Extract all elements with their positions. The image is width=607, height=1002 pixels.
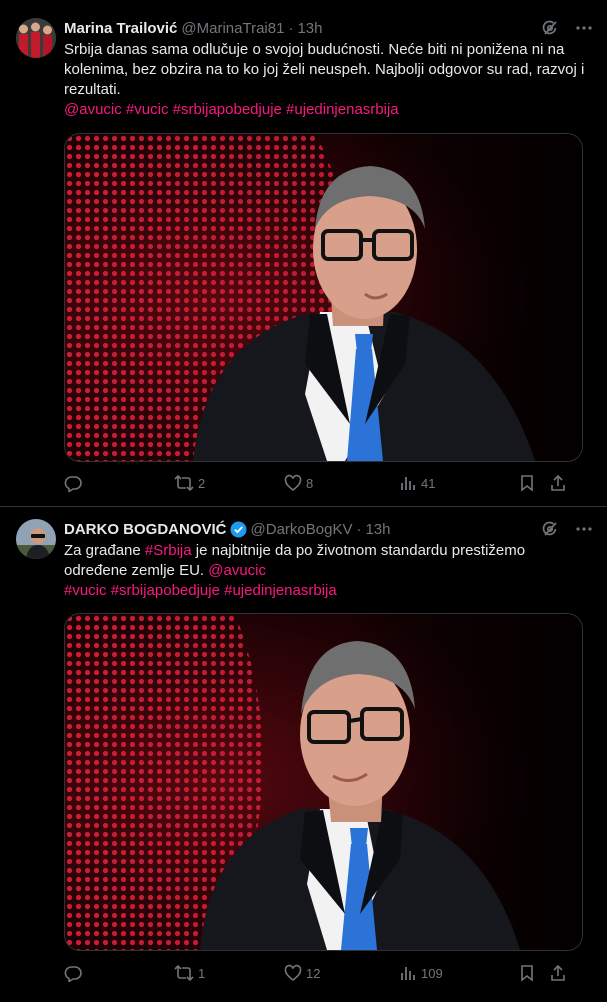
views-icon: [399, 474, 417, 492]
tweet-body: Srbija danas sama odlučuje o svojoj budu…: [64, 41, 585, 98]
hashtag-link[interactable]: #vucic: [126, 101, 169, 118]
tweet-body: Za građane #Srbija je najbitnije da po ž…: [64, 541, 587, 581]
bookmark-icon: [519, 964, 535, 982]
action-bar: 1 12 109: [64, 963, 584, 983]
author-handle[interactable]: @MarinaTrai81: [181, 20, 284, 37]
timestamp[interactable]: 13h: [297, 20, 322, 37]
like-button[interactable]: 12: [284, 964, 399, 982]
retweet-icon: [174, 964, 194, 982]
tweet-text: Za građane #Srbija je najbitnije da po ž…: [64, 541, 587, 601]
separator-dot: ·: [288, 19, 294, 37]
hashtag-link[interactable]: #srbijapobedjuje: [173, 101, 282, 118]
tweet-photo[interactable]: [64, 133, 583, 462]
like-icon: [284, 964, 302, 982]
hashtag-link[interactable]: #vucic: [64, 582, 107, 599]
hashtag-line: @avucic #vucic #srbijapobedjuje #ujedinj…: [64, 100, 587, 120]
hashtag-link[interactable]: #srbijapobedjuje: [111, 582, 220, 599]
tweet-photo[interactable]: [64, 613, 583, 951]
hashtag-line: #vucic #srbijapobedjuje #ujedinjenasrbij…: [64, 581, 587, 601]
avatar[interactable]: [16, 18, 56, 58]
views-count: 41: [421, 475, 436, 491]
action-bar: 2 8 41: [64, 473, 584, 493]
share-icon: [549, 964, 567, 982]
reply-button[interactable]: [64, 964, 174, 982]
verified-badge-icon: [230, 521, 247, 538]
share-icon: [549, 474, 567, 492]
grok-icon[interactable]: [541, 520, 559, 538]
author-name[interactable]: DARKO BOGDANOVIĆ: [64, 521, 227, 538]
retweet-button[interactable]: 1: [174, 964, 284, 982]
views-count: 109: [421, 965, 443, 981]
views-button[interactable]: 41: [399, 474, 519, 492]
like-button[interactable]: 8: [284, 474, 399, 492]
more-icon[interactable]: [575, 520, 593, 538]
like-count: 12: [306, 965, 321, 981]
bookmark-icon: [519, 474, 535, 492]
author-handle[interactable]: @DarkoBogKV: [251, 521, 353, 538]
hashtag-link[interactable]: #ujedinjenasrbija: [286, 101, 399, 118]
tweet-text: Srbija danas sama odlučuje o svojoj budu…: [64, 40, 587, 120]
tweet-body-part: Za građane: [64, 542, 145, 559]
separator-dot: ·: [356, 520, 362, 538]
bookmark-button[interactable]: [519, 964, 549, 982]
share-button[interactable]: [549, 474, 567, 492]
retweet-count: 1: [198, 965, 206, 981]
retweet-icon: [174, 474, 194, 492]
avatar[interactable]: [16, 519, 56, 559]
tweet[interactable]: DARKO BOGDANOVIĆ @DarkoBogKV · 13h Za gr…: [0, 507, 607, 1002]
like-count: 8: [306, 475, 314, 491]
tweet[interactable]: Marina Trailović @MarinaTrai81 · 13h Srb…: [0, 0, 607, 507]
timestamp[interactable]: 13h: [365, 521, 390, 538]
share-button[interactable]: [549, 964, 567, 982]
mention-link[interactable]: @avucic: [64, 101, 122, 118]
reply-button[interactable]: [64, 474, 174, 492]
author-name[interactable]: Marina Trailović: [64, 20, 177, 37]
reply-icon: [64, 964, 82, 982]
bookmark-button[interactable]: [519, 474, 549, 492]
mention-link[interactable]: @avucic: [208, 562, 266, 579]
retweet-count: 2: [198, 475, 206, 491]
hashtag-link[interactable]: #Srbija: [145, 542, 192, 559]
grok-icon[interactable]: [541, 19, 559, 37]
views-button[interactable]: 109: [399, 964, 519, 982]
retweet-button[interactable]: 2: [174, 474, 284, 492]
like-icon: [284, 474, 302, 492]
more-icon[interactable]: [575, 19, 593, 37]
hashtag-link[interactable]: #ujedinjenasrbija: [224, 582, 337, 599]
views-icon: [399, 964, 417, 982]
reply-icon: [64, 474, 82, 492]
